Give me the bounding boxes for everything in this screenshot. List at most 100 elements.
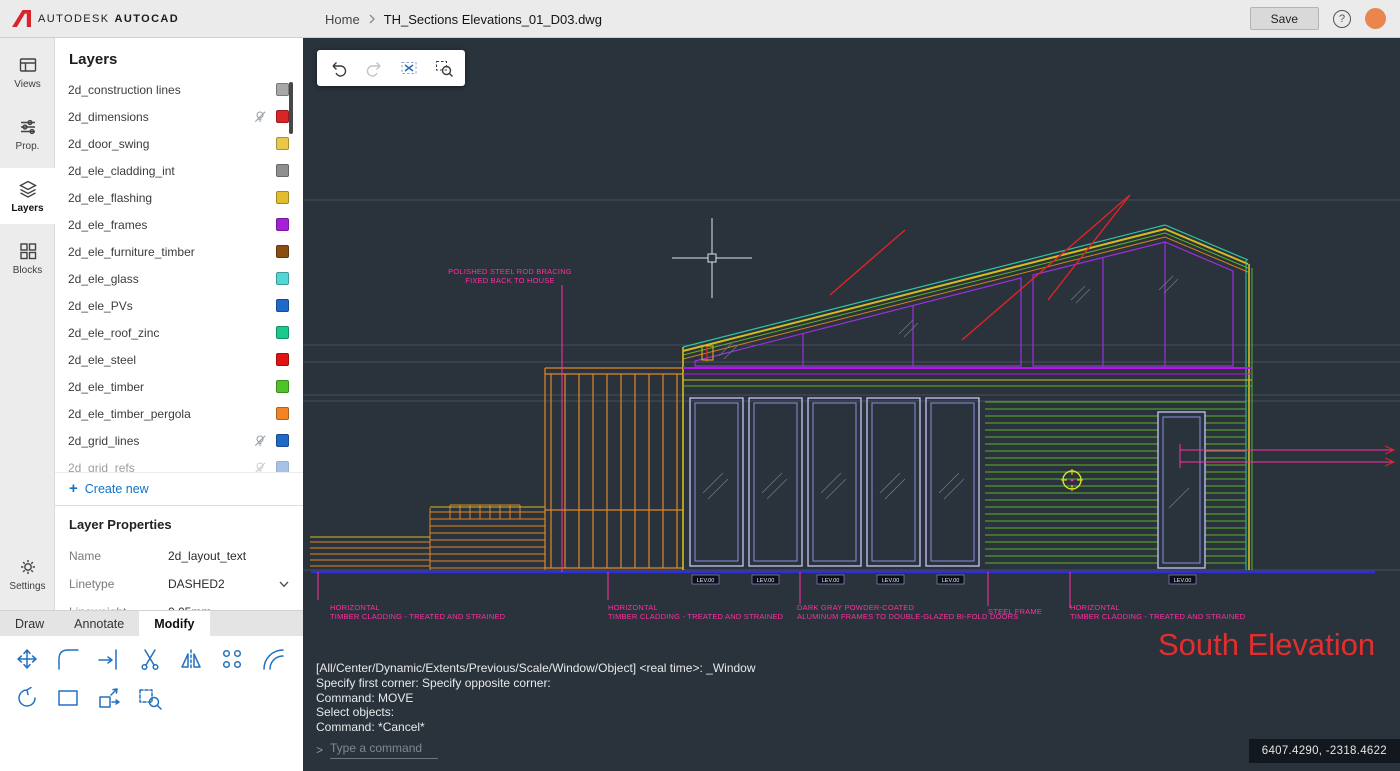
- layer-color-swatch[interactable]: [276, 110, 289, 123]
- layer-color-swatch[interactable]: [276, 218, 289, 231]
- layer-name: 2d_ele_timber_pergola: [68, 406, 191, 421]
- frame-band: [683, 367, 1252, 387]
- select-window-button[interactable]: [397, 56, 421, 80]
- sidebar-item-label: Blocks: [12, 264, 43, 276]
- note-doors-line2: ALUMINUM FRAMES TO DOUBLE-GLAZED BI-FOLD…: [797, 612, 1018, 621]
- sidebar-item-properties[interactable]: Prop.: [0, 106, 55, 162]
- tab-annotate[interactable]: Annotate: [59, 611, 139, 636]
- property-row-lineweight: Lineweight 0.05mm: [69, 598, 289, 610]
- note-cladding-right-line2: TIMBER CLADDING - TREATED AND STRAINED: [1070, 612, 1246, 621]
- layer-color-swatch[interactable]: [276, 407, 289, 420]
- sidebar-item-blocks[interactable]: Blocks: [0, 230, 55, 286]
- layer-row[interactable]: 2d_grid_lines: [55, 427, 303, 454]
- layer-color-swatch[interactable]: [276, 380, 289, 393]
- breadcrumb-home[interactable]: Home: [325, 12, 360, 27]
- layer-color-swatch[interactable]: [276, 272, 289, 285]
- rotate-tool-icon[interactable]: [14, 685, 40, 711]
- trim-tool-icon[interactable]: [96, 646, 122, 672]
- note-cladding-mid-line2: TIMBER CLADDING - TREATED AND STRAINED: [608, 612, 784, 621]
- sidebar-item-label: Prop.: [15, 140, 40, 152]
- create-new-layer-button[interactable]: + Create new: [55, 472, 303, 505]
- timber-screen: [544, 367, 683, 569]
- command-input[interactable]: > Type a command: [316, 741, 756, 759]
- break-tool-icon[interactable]: [137, 646, 163, 672]
- layer-row[interactable]: 2d_dimensions: [55, 103, 303, 130]
- layers-panel: Layers 2d_construction lines 2d_dimensio…: [55, 38, 303, 610]
- explode-tool-icon[interactable]: [96, 685, 122, 711]
- sidebar-item-views[interactable]: Views: [0, 44, 55, 100]
- layer-row[interactable]: 2d_ele_frames: [55, 211, 303, 238]
- tools-row-1: [14, 646, 303, 672]
- breadcrumb-filename: TH_Sections Elevations_01_D03.dwg: [383, 11, 602, 27]
- undo-button[interactable]: [327, 56, 351, 80]
- svg-text:LEV.00: LEV.00: [1174, 578, 1192, 584]
- note-cladding-left-line2: TIMBER CLADDING - TREATED AND STRAINED: [330, 612, 506, 621]
- zoom-object-tool-icon[interactable]: [137, 685, 163, 711]
- layer-color-swatch[interactable]: [276, 191, 289, 204]
- layer-color-swatch[interactable]: [276, 137, 289, 150]
- offset-tool-icon[interactable]: [260, 646, 286, 672]
- layer-row[interactable]: 2d_ele_cladding_int: [55, 157, 303, 184]
- move-tool-icon[interactable]: [14, 646, 40, 672]
- layer-row[interactable]: 2d_grid_refs: [55, 454, 303, 472]
- layer-color-swatch[interactable]: [276, 245, 289, 258]
- autocad-web-app: AUTODESK AUTOCAD Home TH_Sections Elevat…: [0, 0, 1400, 771]
- layer-color-swatch[interactable]: [276, 326, 289, 339]
- layer-row[interactable]: 2d_ele_timber_pergola: [55, 400, 303, 427]
- layer-row[interactable]: 2d_ele_steel: [55, 346, 303, 373]
- layer-off-icon[interactable]: [253, 434, 268, 448]
- layer-color-swatch[interactable]: [276, 461, 289, 472]
- svg-text:LEV.00: LEV.00: [757, 578, 775, 584]
- layer-properties-section: Layer Properties Name 2d_layout_text Lin…: [55, 505, 303, 610]
- canvas-toolbar: [317, 50, 465, 86]
- level-marker: LEV.00: [876, 574, 905, 585]
- layer-row[interactable]: 2d_ele_PVs: [55, 292, 303, 319]
- timber-cladding: [985, 401, 1246, 564]
- help-button[interactable]: ?: [1333, 9, 1351, 28]
- layer-row[interactable]: 2d_ele_roof_zinc: [55, 319, 303, 346]
- layer-color-swatch[interactable]: [276, 83, 289, 96]
- save-button[interactable]: Save: [1249, 7, 1319, 30]
- layer-row[interactable]: 2d_ele_furniture_timber: [55, 238, 303, 265]
- layer-row[interactable]: 2d_ele_flashing: [55, 184, 303, 211]
- fillet-tool-icon[interactable]: [55, 646, 81, 672]
- drawing-canvas[interactable]: LEV.00 LEV.00 LEV.00 LEV.00 LEV.00 LEV.0…: [303, 38, 1400, 771]
- sidebar-item-layers[interactable]: Layers: [0, 168, 55, 224]
- command-history-line: Specify first corner: Specify opposite c…: [316, 676, 551, 691]
- sidebar-item-settings[interactable]: Settings: [0, 546, 55, 602]
- drawing-title: South Elevation: [1158, 627, 1375, 662]
- tab-draw[interactable]: Draw: [0, 611, 59, 636]
- layer-color-swatch[interactable]: [276, 164, 289, 177]
- command-history-line: Command: MOVE: [316, 690, 414, 705]
- array-tool-icon[interactable]: [219, 646, 245, 672]
- svg-text:LEV.00: LEV.00: [697, 578, 715, 584]
- layer-color-swatch[interactable]: [276, 434, 289, 447]
- layer-row[interactable]: 2d_ele_timber: [55, 373, 303, 400]
- level-marker: LEV.00: [816, 574, 845, 585]
- blocks-icon: [19, 242, 36, 259]
- rectangle-tool-icon[interactable]: [55, 685, 81, 711]
- layer-row[interactable]: 2d_construction lines: [55, 76, 303, 103]
- tab-modify[interactable]: Modify: [139, 611, 210, 636]
- layer-color-swatch[interactable]: [276, 353, 289, 366]
- layer-list-scrollbar[interactable]: [289, 82, 293, 134]
- mirror-tool-icon[interactable]: [178, 646, 204, 672]
- layer-row[interactable]: 2d_ele_glass: [55, 265, 303, 292]
- redo-button[interactable]: [362, 56, 386, 80]
- linetype-dropdown[interactable]: DASHED2: [168, 577, 289, 591]
- brand-autodesk: AUTODESK: [38, 12, 110, 25]
- user-avatar[interactable]: [1365, 8, 1386, 29]
- layer-name: 2d_ele_flashing: [68, 190, 153, 205]
- level-marker: LEV.00: [936, 574, 965, 585]
- zoom-window-button[interactable]: [432, 56, 456, 80]
- layer-off-icon[interactable]: [253, 110, 268, 124]
- layer-row[interactable]: 2d_door_swing: [55, 130, 303, 157]
- layer-color-swatch[interactable]: [276, 299, 289, 312]
- views-icon: [19, 57, 36, 72]
- layer-off-icon[interactable]: [253, 461, 268, 473]
- command-history-line: Command: *Cancel*: [316, 719, 425, 734]
- layer-properties-title: Layer Properties: [69, 517, 172, 532]
- help-glyph: ?: [1338, 12, 1346, 25]
- layer-name-field[interactable]: 2d_layout_text: [168, 549, 246, 563]
- layer-name: 2d_ele_cladding_int: [68, 163, 175, 178]
